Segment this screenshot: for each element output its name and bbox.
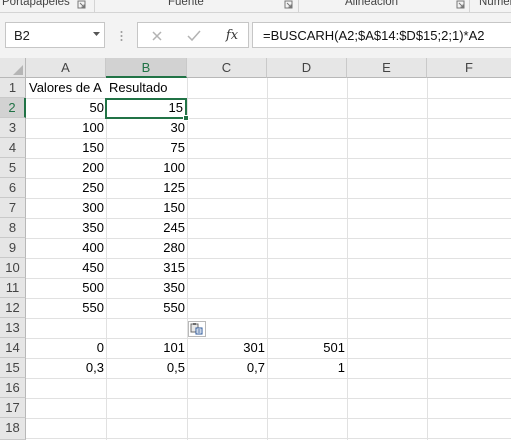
column-header-d[interactable]: D — [267, 58, 347, 78]
paste-options-button[interactable] — [188, 321, 206, 337]
cell-a7[interactable]: 300 — [26, 198, 106, 218]
formula-buttons: fx — [137, 22, 249, 48]
cell-b11[interactable]: 350 — [106, 278, 187, 298]
cell-b3[interactable]: 30 — [106, 118, 187, 138]
clipboard-launcher-icon[interactable] — [77, 0, 86, 9]
cell-d14[interactable]: 501 — [267, 338, 347, 358]
cell-b8[interactable]: 245 — [106, 218, 187, 238]
cell-c15[interactable]: 0,7 — [187, 358, 267, 378]
cell-a12[interactable]: 550 — [26, 298, 106, 318]
column-header-b[interactable]: B — [106, 58, 187, 78]
select-all-button[interactable] — [0, 58, 26, 78]
row-header-18[interactable]: 18 — [0, 418, 26, 440]
formula-text: =BUSCARH(A2;$A$14:$D$15;2;1)*A2 — [263, 28, 485, 43]
ribbon-group-alignment: Alineación — [345, 0, 399, 8]
column-header-c[interactable]: C — [187, 58, 267, 78]
active-cell-border — [105, 98, 187, 119]
formula-input[interactable]: =BUSCARH(A2;$A$14:$D$15;2;1)*A2 — [252, 22, 511, 48]
ribbon-group-labels: Portapapeles Fuente Alineación Númer — [0, 0, 511, 13]
cancel-button[interactable] — [147, 27, 167, 45]
cell-b7[interactable]: 150 — [106, 198, 187, 218]
cell-b12[interactable]: 550 — [106, 298, 187, 318]
cell-a1[interactable]: Valores de A — [26, 78, 106, 98]
cell-b4[interactable]: 75 — [106, 138, 187, 158]
chevron-down-icon[interactable] — [93, 32, 100, 37]
cell-a6[interactable]: 250 — [26, 178, 106, 198]
font-launcher-icon[interactable] — [284, 0, 293, 9]
row-header-8[interactable]: 8 — [0, 218, 26, 238]
paste-options-icon — [190, 323, 203, 335]
column-header-f[interactable]: F — [427, 58, 511, 78]
row-header-13[interactable]: 13 — [0, 318, 26, 338]
cell-a3[interactable]: 100 — [26, 118, 106, 138]
row-header-10[interactable]: 10 — [0, 258, 26, 278]
row-header-17[interactable]: 17 — [0, 398, 26, 418]
cell-d15[interactable]: 1 — [267, 358, 347, 378]
row-header-5[interactable]: 5 — [0, 158, 26, 178]
cell-a2[interactable]: 50 — [26, 98, 106, 118]
insert-function-button[interactable]: fx — [222, 27, 242, 45]
close-icon — [152, 31, 162, 41]
ribbon-group-number: Númer — [479, 0, 511, 8]
cell-b5[interactable]: 100 — [106, 158, 187, 178]
cell-a4[interactable]: 150 — [26, 138, 106, 158]
ribbon-group-clipboard: Portapapeles — [2, 0, 70, 8]
row-header-12[interactable]: 12 — [0, 298, 26, 318]
name-box[interactable]: B2 — [5, 22, 105, 48]
alignment-launcher-icon[interactable] — [456, 0, 465, 9]
cell-a15[interactable]: 0,3 — [26, 358, 106, 378]
row-header-15[interactable]: 15 — [0, 358, 26, 378]
row-header-3[interactable]: 3 — [0, 118, 26, 138]
row-header-9[interactable]: 9 — [0, 238, 26, 258]
column-header-e[interactable]: E — [347, 58, 427, 78]
row-header-1[interactable]: 1 — [0, 78, 26, 98]
column-header-a[interactable]: A — [26, 58, 106, 78]
name-box-value: B2 — [14, 28, 30, 43]
cell-b1[interactable]: Resultado — [106, 78, 187, 98]
ribbon-group-font: Fuente — [168, 0, 204, 8]
checkmark-icon — [187, 30, 201, 42]
row-header-14[interactable]: 14 — [0, 338, 26, 358]
cell-a8[interactable]: 350 — [26, 218, 106, 238]
cell-a9[interactable]: 400 — [26, 238, 106, 258]
cell-c14[interactable]: 301 — [187, 338, 267, 358]
fill-handle[interactable] — [183, 115, 189, 121]
cell-a14[interactable]: 0 — [26, 338, 106, 358]
cell-b6[interactable]: 125 — [106, 178, 187, 198]
cell-a11[interactable]: 500 — [26, 278, 106, 298]
cell-b10[interactable]: 315 — [106, 258, 187, 278]
ribbon-divider — [469, 0, 470, 12]
cell-b9[interactable]: 280 — [106, 238, 187, 258]
cell-a5[interactable]: 200 — [26, 158, 106, 178]
cell-b15[interactable]: 0,5 — [106, 358, 187, 378]
enter-button[interactable] — [184, 27, 204, 45]
row-header-16[interactable]: 16 — [0, 378, 26, 398]
cell-b14[interactable]: 101 — [106, 338, 187, 358]
row-header-2[interactable]: 2 — [0, 98, 26, 118]
ribbon-divider — [298, 0, 299, 12]
row-header-11[interactable]: 11 — [0, 278, 26, 298]
formula-bar: B2 fx =BUSCARH(A2;$A$14:$D$15;2;1)*A2 — [0, 13, 511, 58]
cell-a10[interactable]: 450 — [26, 258, 106, 278]
row-header-7[interactable]: 7 — [0, 198, 26, 218]
row-header-4[interactable]: 4 — [0, 138, 26, 158]
ribbon-divider — [94, 0, 95, 12]
select-all-triangle-icon — [13, 65, 23, 75]
row-header-6[interactable]: 6 — [0, 178, 26, 198]
drag-handle-icon[interactable] — [120, 30, 123, 42]
